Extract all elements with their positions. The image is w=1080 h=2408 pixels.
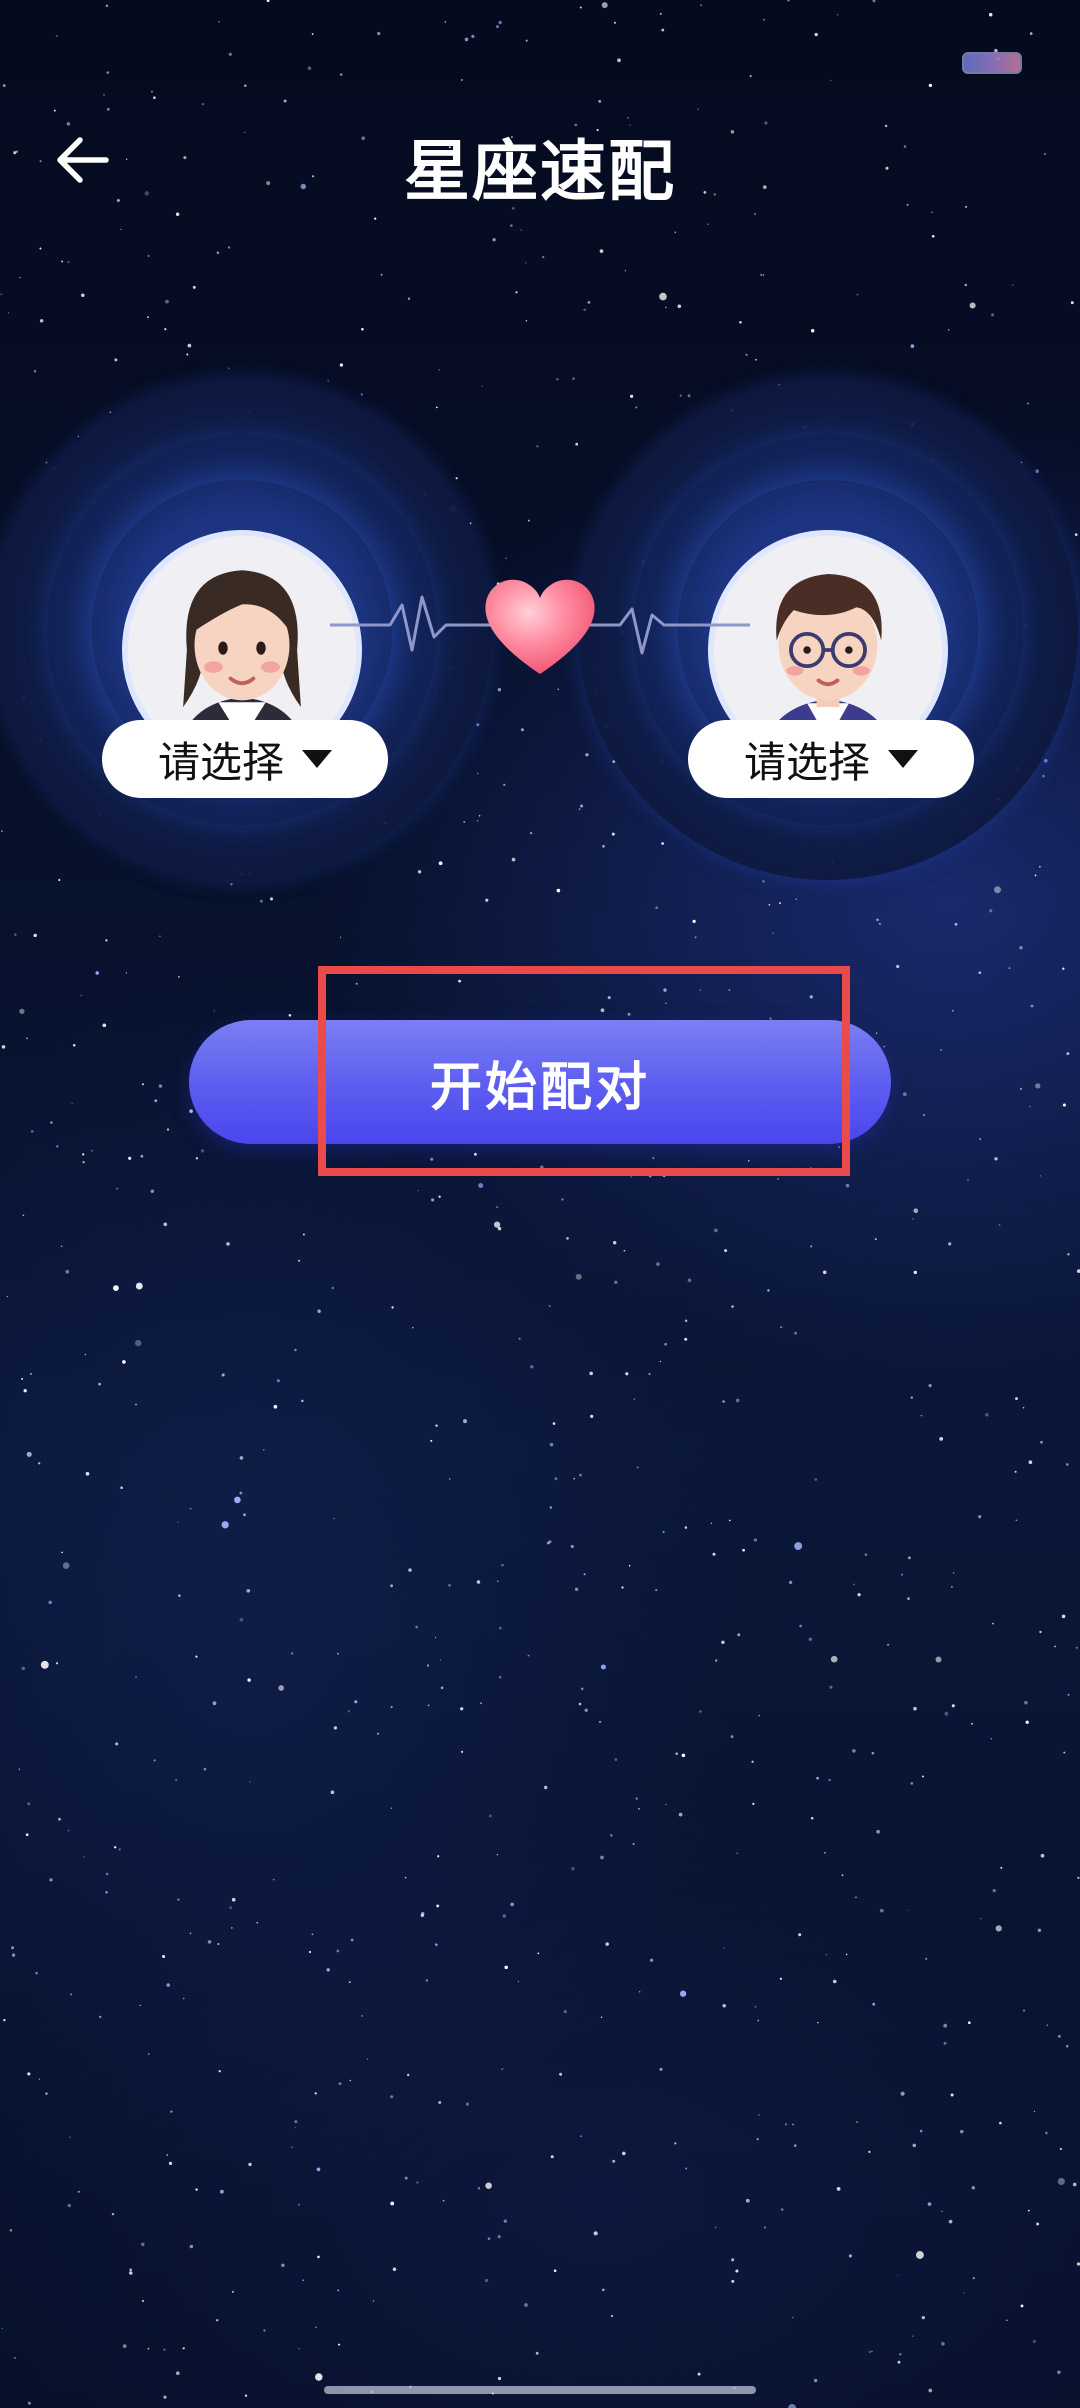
start-match-button[interactable]: 开始配对 — [189, 1020, 891, 1144]
chevron-down-icon — [302, 750, 332, 768]
battery-icon — [962, 52, 1022, 74]
heart-icon — [485, 579, 595, 674]
starfield-background — [0, 0, 1080, 2408]
right-select-label: 请选择 — [743, 737, 870, 787]
left-zodiac-select[interactable]: 请选择 — [102, 720, 388, 798]
left-select-label: 请选择 — [157, 737, 284, 787]
home-indicator[interactable] — [324, 2386, 756, 2394]
right-zodiac-select[interactable]: 请选择 — [688, 720, 974, 798]
chevron-down-icon — [888, 750, 918, 768]
page-title: 星座速配 — [404, 133, 676, 210]
